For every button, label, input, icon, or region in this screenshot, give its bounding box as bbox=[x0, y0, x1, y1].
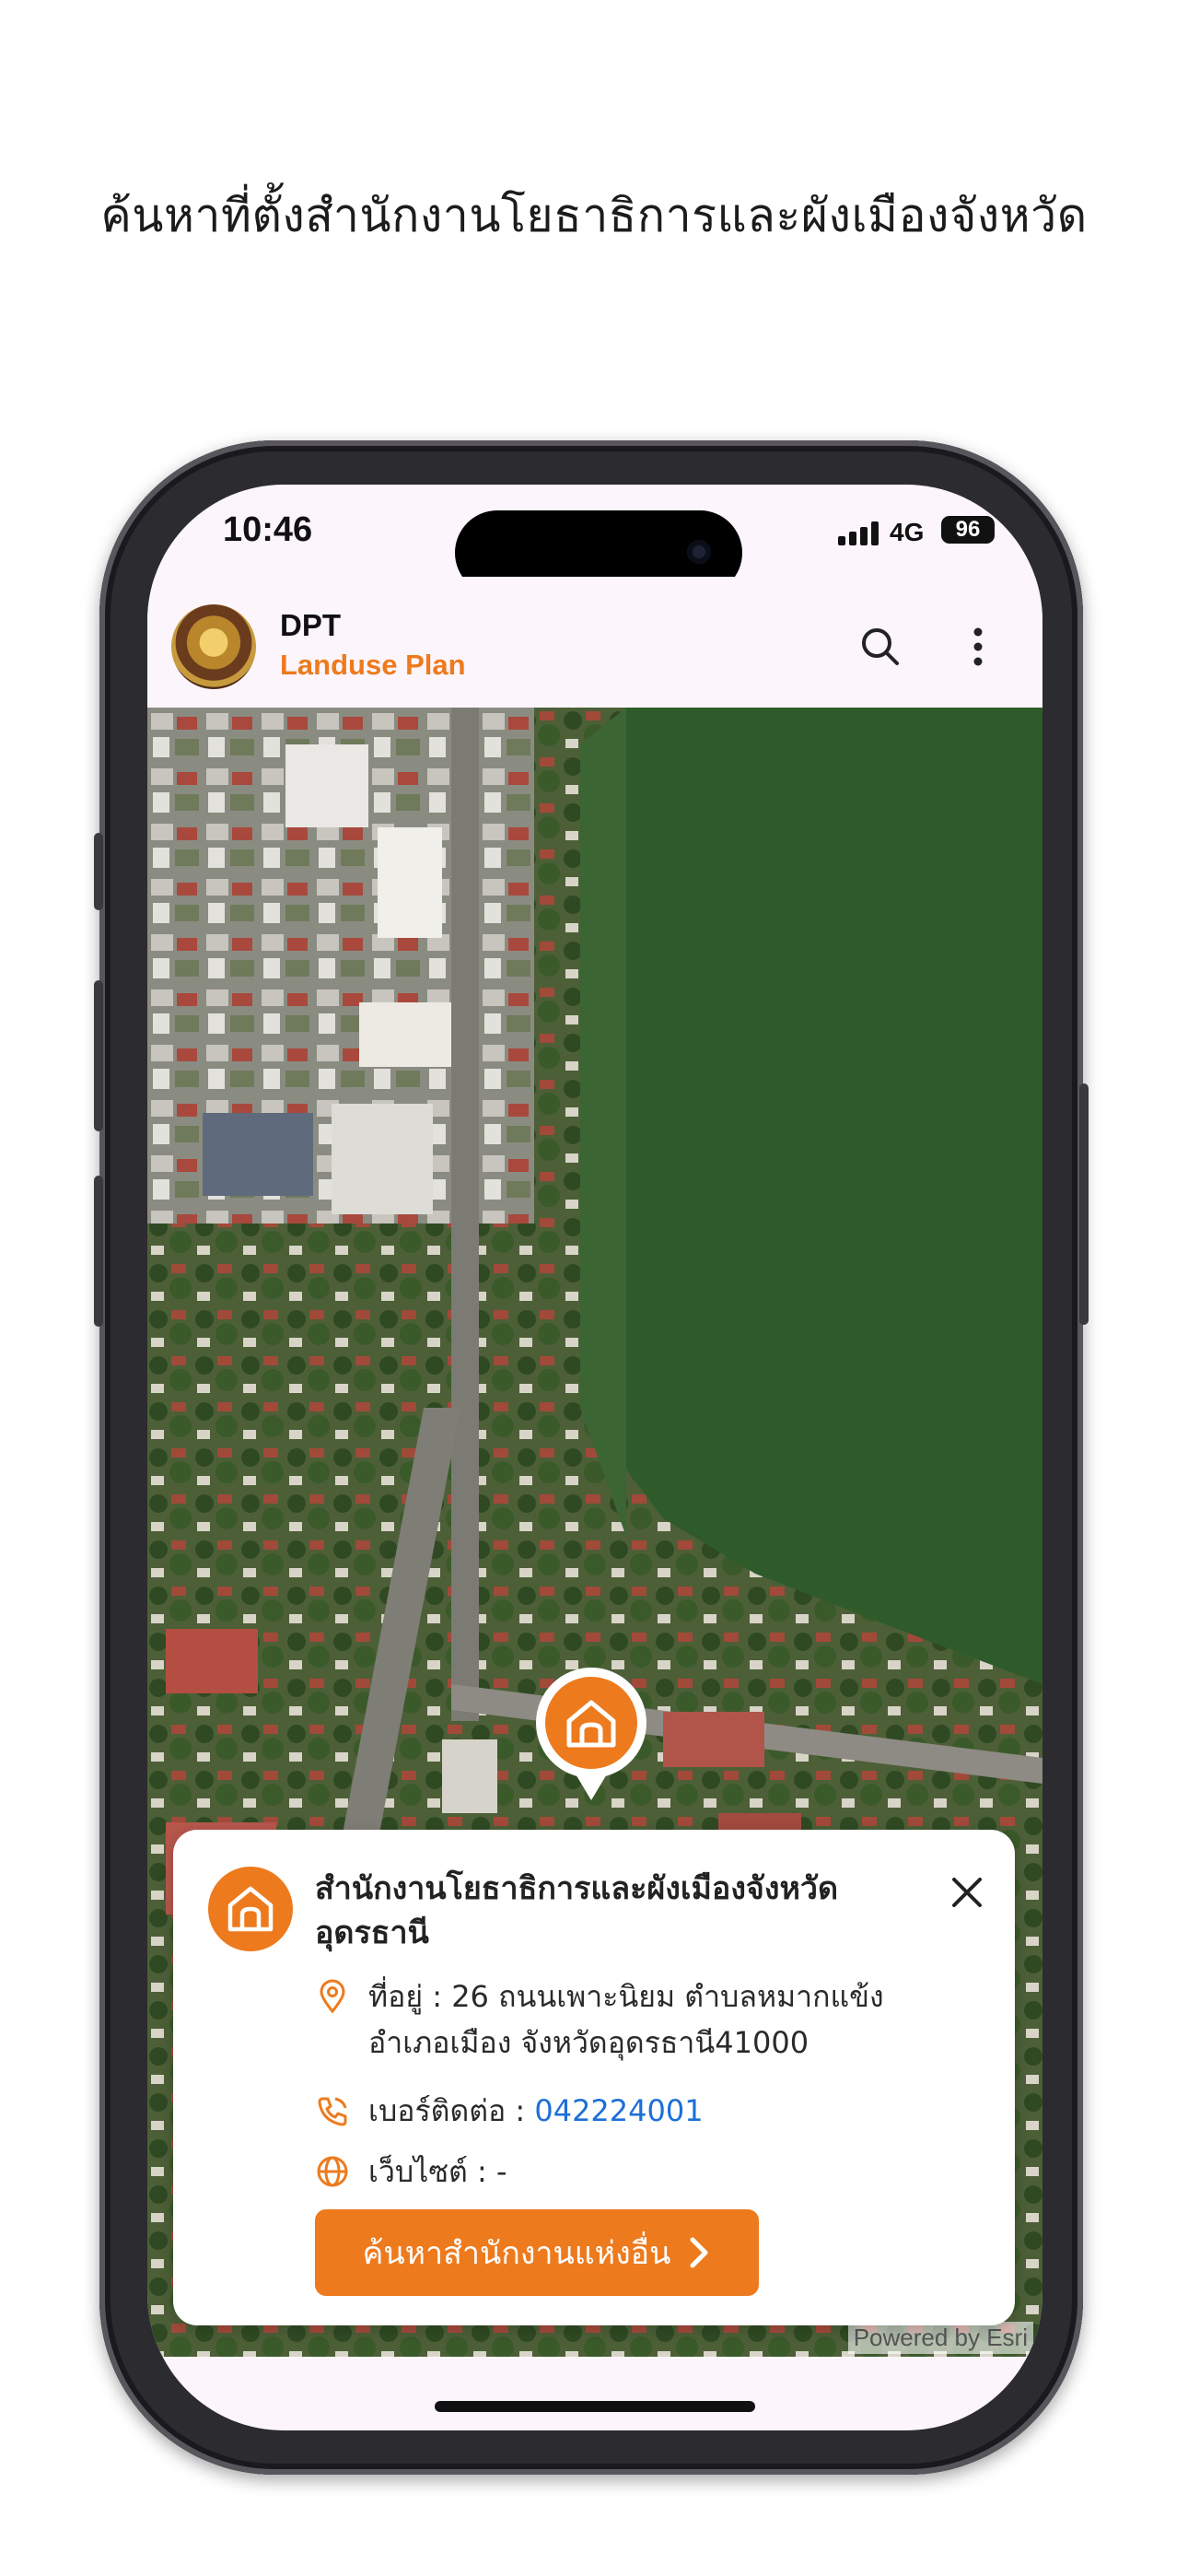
side-button-power bbox=[1079, 1083, 1089, 1325]
office-name: สำนักงานโยธาธิการและผังเมืองจังหวัดอุดรธ… bbox=[315, 1870, 839, 1951]
office-icon-badge bbox=[208, 1867, 293, 1951]
close-card-button[interactable] bbox=[945, 1870, 989, 1914]
network-type: 4G bbox=[890, 518, 925, 546]
website-text: เว็บไซต์ : - bbox=[368, 2154, 507, 2189]
cellular-signal-icon bbox=[838, 521, 879, 545]
phone-label: เบอร์ติดต่อ : bbox=[368, 2093, 535, 2128]
search-icon bbox=[862, 628, 899, 665]
location-marker[interactable] bbox=[534, 1666, 648, 1802]
phone-number-link[interactable]: 042224001 bbox=[534, 2093, 703, 2128]
battery-icon: 96 bbox=[941, 516, 995, 544]
phone-screen: 10:46 4G 96 DPT Landuse Plan Powered by … bbox=[147, 485, 1042, 2430]
office-info-card: สำนักงานโยธาธิการและผังเมืองจังหวัดอุดรธ… bbox=[173, 1830, 1015, 2325]
close-icon bbox=[952, 1878, 982, 1907]
more-vertical-icon bbox=[973, 627, 983, 666]
location-pin-icon bbox=[320, 1979, 345, 2014]
home-icon bbox=[227, 1886, 274, 1932]
promo-headline: ค้นหาที่ตั้งสำนักงานโยธาธิการและผังเมือง… bbox=[100, 189, 1088, 242]
app-title: DPT bbox=[280, 608, 341, 642]
phone-icon bbox=[318, 2097, 347, 2126]
side-button-volume-up bbox=[94, 980, 103, 1131]
search-button[interactable] bbox=[855, 621, 906, 673]
app-subtitle: Landuse Plan bbox=[280, 649, 466, 681]
dpt-logo bbox=[171, 604, 256, 689]
chevron-right-icon bbox=[690, 2237, 708, 2268]
side-button-silent bbox=[94, 833, 103, 910]
globe-icon bbox=[317, 2156, 348, 2187]
find-other-office-button[interactable]: ค้นหาสำนักงานแห่งอื่น bbox=[315, 2209, 759, 2296]
side-button-volume-down bbox=[94, 1176, 103, 1327]
app-bar: DPT Landuse Plan bbox=[147, 577, 1042, 708]
status-time: 10:46 bbox=[223, 510, 313, 549]
home-icon bbox=[536, 1668, 646, 1800]
camera-icon bbox=[687, 540, 711, 564]
address-text: ที่อยู่ : 26 ถนนเพาะนิยม ตำบลหมากแข้ง อำ… bbox=[368, 1979, 884, 2060]
home-indicator[interactable] bbox=[435, 2401, 755, 2412]
more-menu-button[interactable] bbox=[960, 621, 996, 673]
cta-label: ค้นหาสำนักงานแห่งอื่น bbox=[362, 2235, 671, 2272]
map-attribution: Powered by Esri bbox=[847, 2322, 1033, 2354]
status-bar: 10:46 4G 96 bbox=[147, 485, 1042, 595]
